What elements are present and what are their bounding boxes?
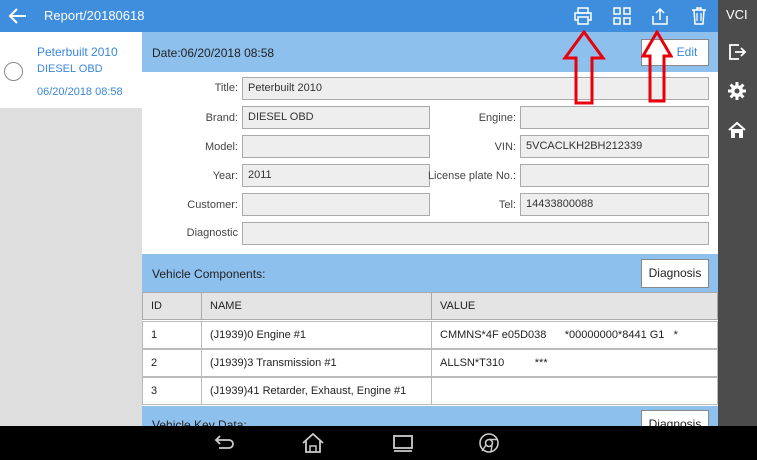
nav-recents-icon[interactable] xyxy=(391,432,415,454)
vehicle-key-data-header: Vehicle Key Data: Diagnosis xyxy=(142,406,718,426)
cell-name: (J1939)0 Engine #1 xyxy=(201,321,432,349)
column-header-id: ID xyxy=(142,292,202,320)
brand-label: Brand: xyxy=(205,112,238,124)
report-list: Peterbuilt 2010 DIESEL OBD 06/20/2018 08… xyxy=(0,32,142,426)
diagnosis-button[interactable]: Diagnosis xyxy=(641,259,709,288)
tel-field[interactable]: 14433800088 xyxy=(520,193,709,216)
top-app-bar: Report/20180618 xyxy=(0,0,718,32)
cell-value xyxy=(431,377,718,405)
license-plate-field[interactable] xyxy=(520,164,709,187)
column-header-value: VALUE xyxy=(431,292,718,320)
section-title: Vehicle Components: xyxy=(152,267,266,281)
system-nav-bar xyxy=(0,426,757,460)
list-item-subtitle: DIESEL OBD xyxy=(37,63,103,75)
report-form: Title: Peterbuilt 2010 Brand: DIESEL OBD… xyxy=(142,72,718,254)
nav-back-icon[interactable] xyxy=(211,432,235,454)
list-item[interactable]: Peterbuilt 2010 DIESEL OBD 06/20/2018 08… xyxy=(0,32,142,108)
license-plate-label: License plate No.: xyxy=(427,170,516,182)
cell-name: (J1939)3 Transmission #1 xyxy=(201,349,432,377)
tel-label: Tel: xyxy=(498,199,516,211)
report-date: Date:06/20/2018 08:58 xyxy=(152,46,275,60)
customer-label: Customer: xyxy=(187,199,238,211)
cell-id: 1 xyxy=(142,321,202,349)
diagnostic-result-label: Diagnostic Result: xyxy=(186,227,238,241)
list-item-date: 06/20/2018 08:58 xyxy=(37,86,123,98)
column-header-name: NAME xyxy=(201,292,432,320)
list-item-name: Peterbuilt 2010 xyxy=(37,45,118,59)
gear-icon[interactable] xyxy=(727,81,747,101)
chrome-icon[interactable] xyxy=(477,432,501,454)
diagnostic-result-field[interactable] xyxy=(242,222,709,245)
date-header: Date:06/20/2018 08:58 Edit xyxy=(142,32,718,72)
home-icon[interactable] xyxy=(727,120,747,140)
right-rail: VCI xyxy=(718,0,757,426)
year-label: Year: xyxy=(212,170,238,182)
year-field[interactable]: 2011 xyxy=(242,164,430,187)
nav-home-icon[interactable] xyxy=(301,432,325,454)
engine-label: Engine: xyxy=(478,112,516,124)
page-title: Report/20180618 xyxy=(44,8,145,23)
brand-field[interactable]: DIESEL OBD xyxy=(242,106,430,129)
customer-field[interactable] xyxy=(242,193,430,216)
report-detail: Date:06/20/2018 08:58 Edit Title: Peterb… xyxy=(142,32,718,426)
vin-label: VIN: xyxy=(494,141,516,153)
exit-icon[interactable] xyxy=(727,42,747,62)
title-label: Title: xyxy=(214,82,238,94)
key-data-diagnosis-button[interactable]: Diagnosis xyxy=(641,410,709,426)
share-icon[interactable] xyxy=(650,6,670,26)
engine-field[interactable] xyxy=(520,106,709,129)
vci-label[interactable]: VCI xyxy=(726,7,748,22)
red-arrow-annotation xyxy=(641,30,673,103)
back-arrow-icon[interactable] xyxy=(6,4,30,28)
model-field[interactable] xyxy=(242,135,430,158)
title-field[interactable]: Peterbuilt 2010 xyxy=(242,77,709,100)
model-label: Model: xyxy=(204,141,238,153)
cell-id: 3 xyxy=(142,377,202,405)
cell-name: (J1939)41 Retarder, Exhaust, Engine #1 xyxy=(201,377,432,405)
vehicle-components-header: Vehicle Components: Diagnosis xyxy=(142,254,718,292)
section-title: Vehicle Key Data: xyxy=(152,418,247,426)
print-icon[interactable] xyxy=(573,6,593,26)
red-arrow-annotation xyxy=(562,30,606,105)
cell-value: ALLSN*T310 *** xyxy=(431,349,718,377)
cell-value: CMMNS*4F e05D038 *00000000*8441 G1 * xyxy=(431,321,718,349)
trash-icon[interactable] xyxy=(689,6,709,26)
vin-field[interactable]: 5VCACLKH2BH212339 xyxy=(520,135,709,158)
cell-id: 2 xyxy=(142,349,202,377)
select-radio[interactable] xyxy=(4,62,23,81)
grid-icon[interactable] xyxy=(612,6,632,26)
components-table: ID NAME VALUE 1 (J1939)0 Engine #1 CMMNS… xyxy=(142,292,718,406)
